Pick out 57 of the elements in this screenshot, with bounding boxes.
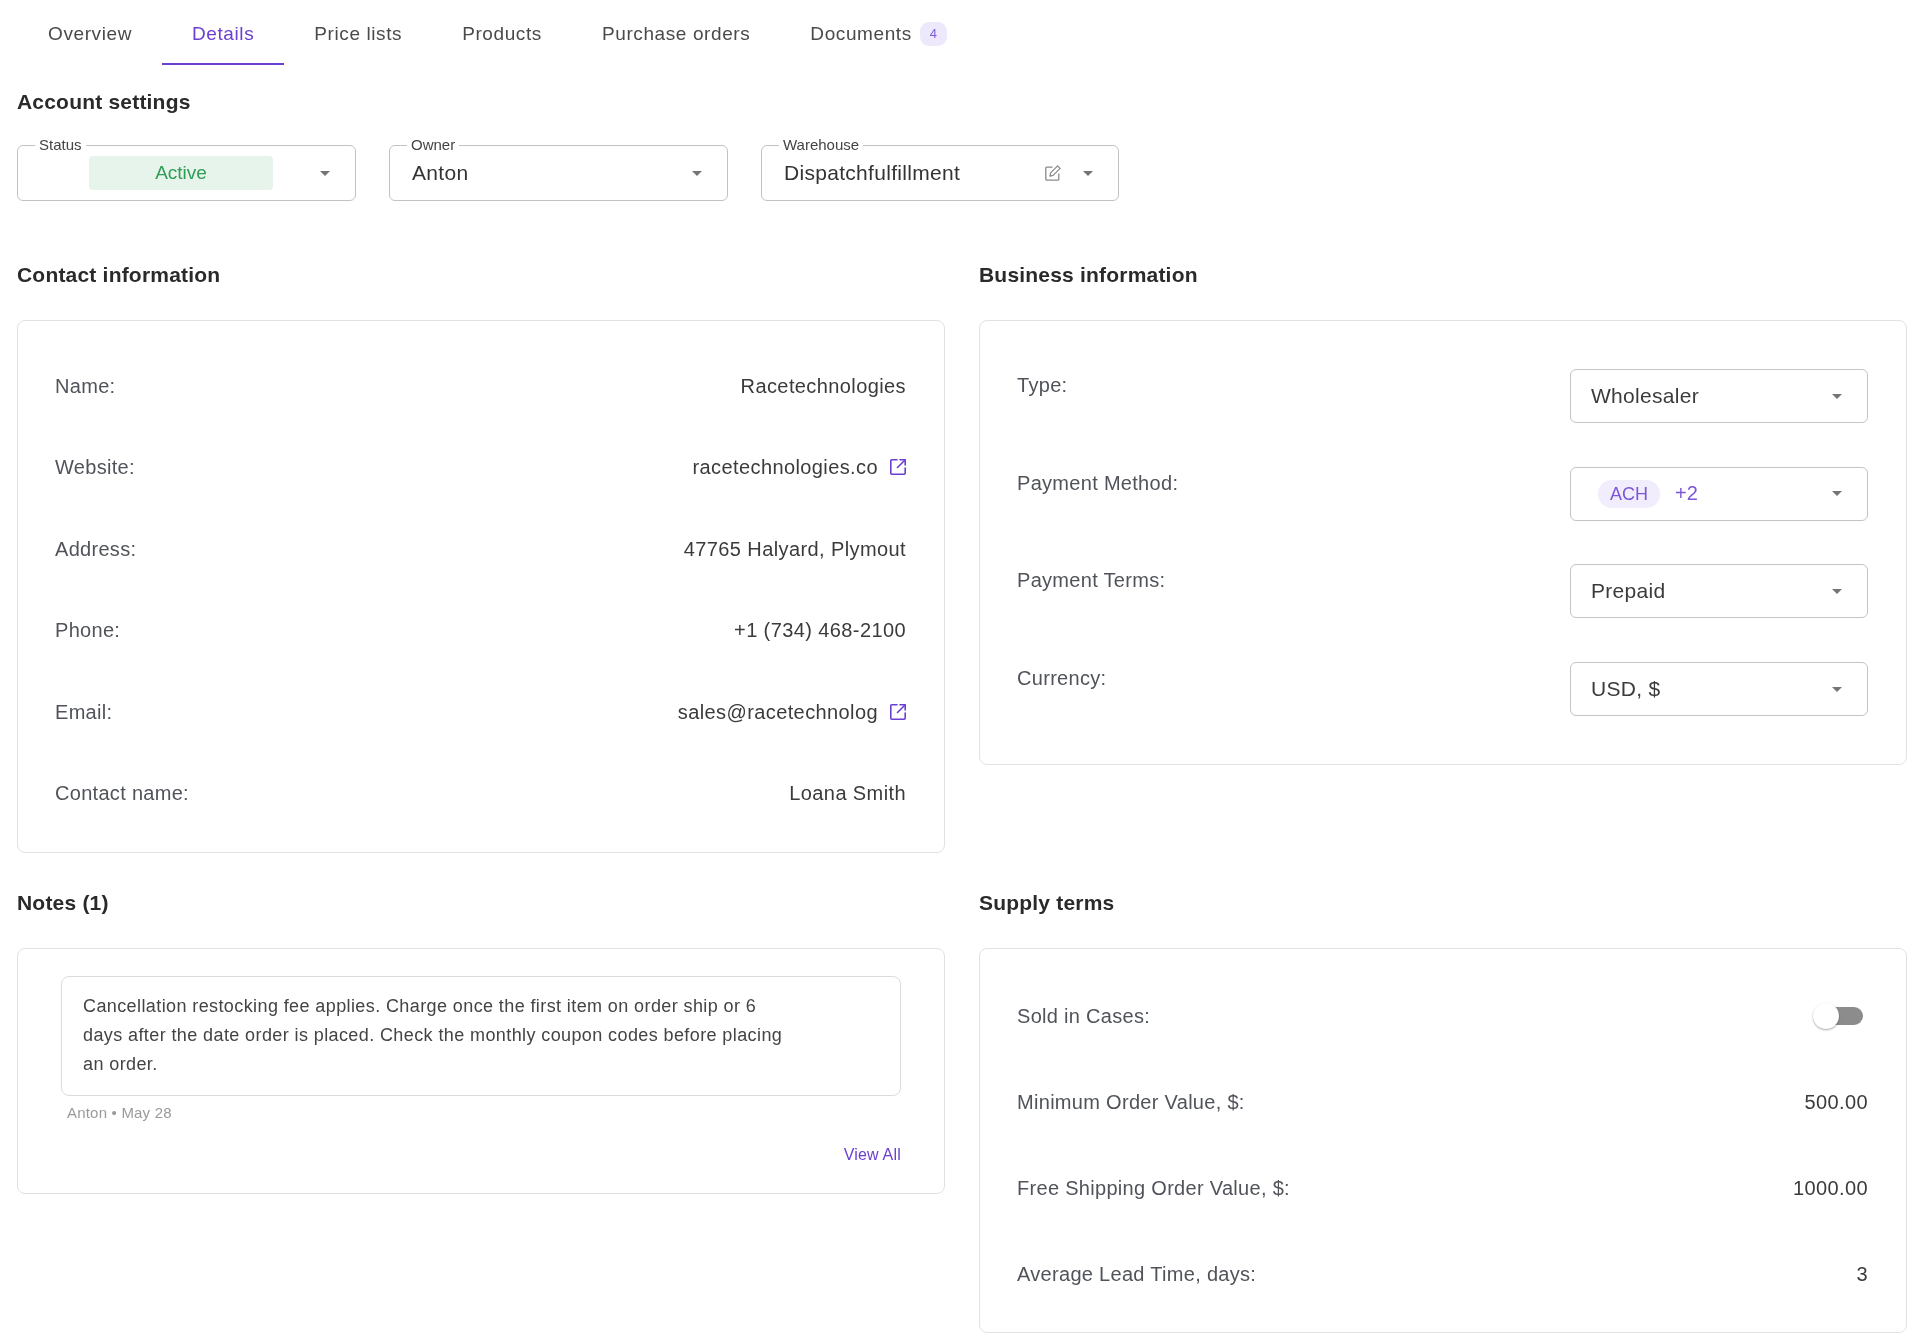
section-title: Notes (1) [17, 891, 110, 915]
field-value: 1000.00 [1792, 1176, 1868, 1200]
status-chip: Active [89, 156, 273, 190]
toggle-switch[interactable] [1813, 1003, 1863, 1029]
caret-icon [1083, 170, 1093, 176]
caret-icon [1832, 686, 1842, 692]
field-label: Average Lead Time, days: [1017, 1262, 1257, 1286]
field-label: Name: [55, 373, 116, 398]
field-label: Contact name: [55, 781, 189, 806]
field-label: Payment Method: [1017, 470, 1179, 495]
select-field[interactable]: ACH +2 [1570, 466, 1868, 521]
note-meta: Anton • May 28 [67, 1104, 173, 1122]
edit-icon[interactable] [1045, 165, 1061, 181]
field-label: Website: [55, 455, 135, 480]
field-value: 47765 Halyard, Plymout [683, 536, 906, 561]
section-title: Supply terms [979, 891, 1116, 915]
caret-icon [320, 170, 330, 176]
caret-icon [1832, 393, 1842, 399]
field-value: 3 [1856, 1262, 1868, 1286]
field-label: Address: [55, 536, 137, 561]
note-text: Cancellation restocking fee applies. Charge once the first item on order ship or 6 days after the date order is placed. Check the monthly coupon codes before placing an order. [61, 976, 901, 1096]
external-link-icon[interactable] [890, 703, 906, 720]
field-value: Racetechnologies [740, 373, 906, 398]
caret-icon [1832, 588, 1842, 594]
caret-icon [692, 170, 702, 176]
select-field[interactable]: Wholesaler [1570, 369, 1868, 423]
field-value: racetechnologies.co [692, 455, 878, 480]
caret-icon [1832, 491, 1842, 497]
field-label: Currency: [1017, 666, 1107, 691]
field-label: Free Shipping Order Value, $: [1017, 1176, 1290, 1200]
tab[interactable]: Documents 4 [780, 0, 978, 65]
field-value: sales@racetechnolog [677, 699, 878, 724]
section-title: Business information [979, 263, 1199, 287]
field-label: Phone: [55, 618, 121, 643]
tab[interactable]: Details [162, 0, 285, 65]
field-value: 500.00 [1804, 1090, 1868, 1114]
section-title: Account settings [17, 90, 192, 114]
select-field[interactable]: USD, $ [1570, 662, 1868, 717]
more-count: +2 [1675, 482, 1698, 506]
section-title: Contact information [17, 263, 222, 287]
view-all-link[interactable]: View All [843, 1146, 901, 1164]
external-link-icon[interactable] [890, 459, 906, 476]
tab[interactable]: Purchase orders [571, 0, 781, 65]
count-badge: 4 [919, 22, 948, 46]
field-label: Minimum Order Value, $: [1017, 1090, 1245, 1114]
field-value: Loana Smith [789, 781, 906, 806]
method-tag: ACH [1598, 479, 1660, 508]
field-label: Sold in Cases: [1017, 1004, 1151, 1028]
select-field[interactable]: Prepaid [1570, 564, 1868, 619]
tab[interactable]: Overview [18, 0, 162, 65]
field-label: Payment Terms: [1017, 568, 1166, 593]
select-field[interactable]: Warehouse Dispatchfulfillment [761, 136, 1119, 201]
tab[interactable]: Price lists [284, 0, 433, 65]
tab[interactable]: Products [432, 0, 572, 65]
field-label: Type: [1017, 373, 1068, 397]
field-value: +1 (734) 468-2100 [734, 618, 906, 643]
field-label: Email: [55, 699, 113, 724]
